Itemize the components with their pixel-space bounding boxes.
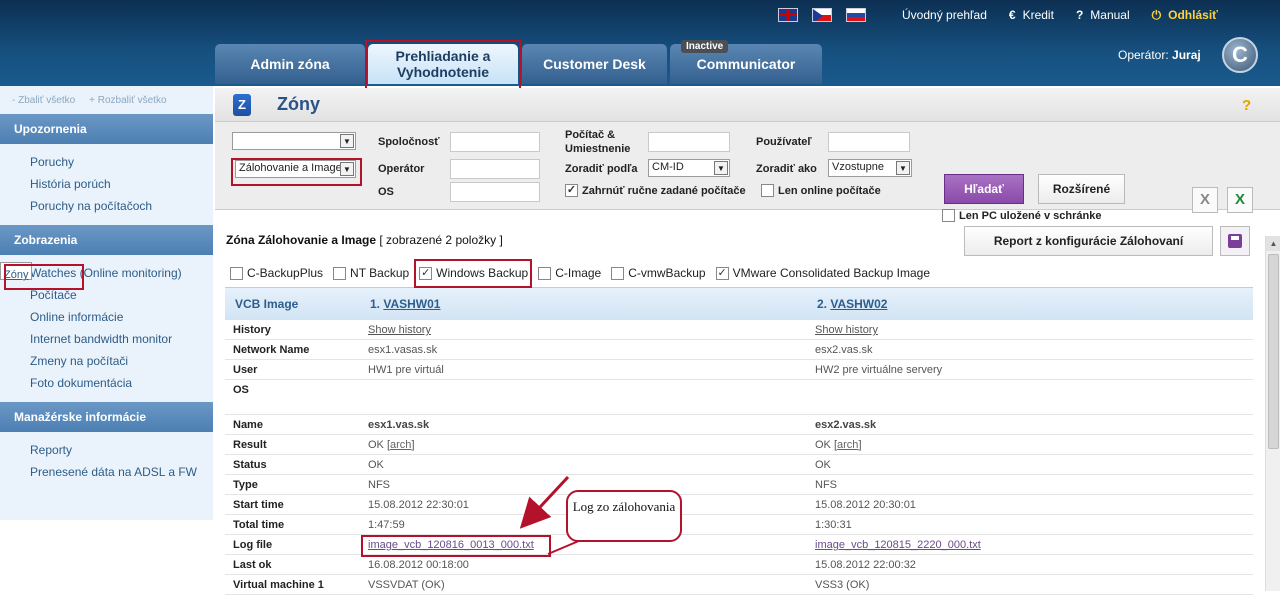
callout-arrow xyxy=(519,475,570,529)
log-callout: Log zo zálohovania xyxy=(566,490,682,542)
